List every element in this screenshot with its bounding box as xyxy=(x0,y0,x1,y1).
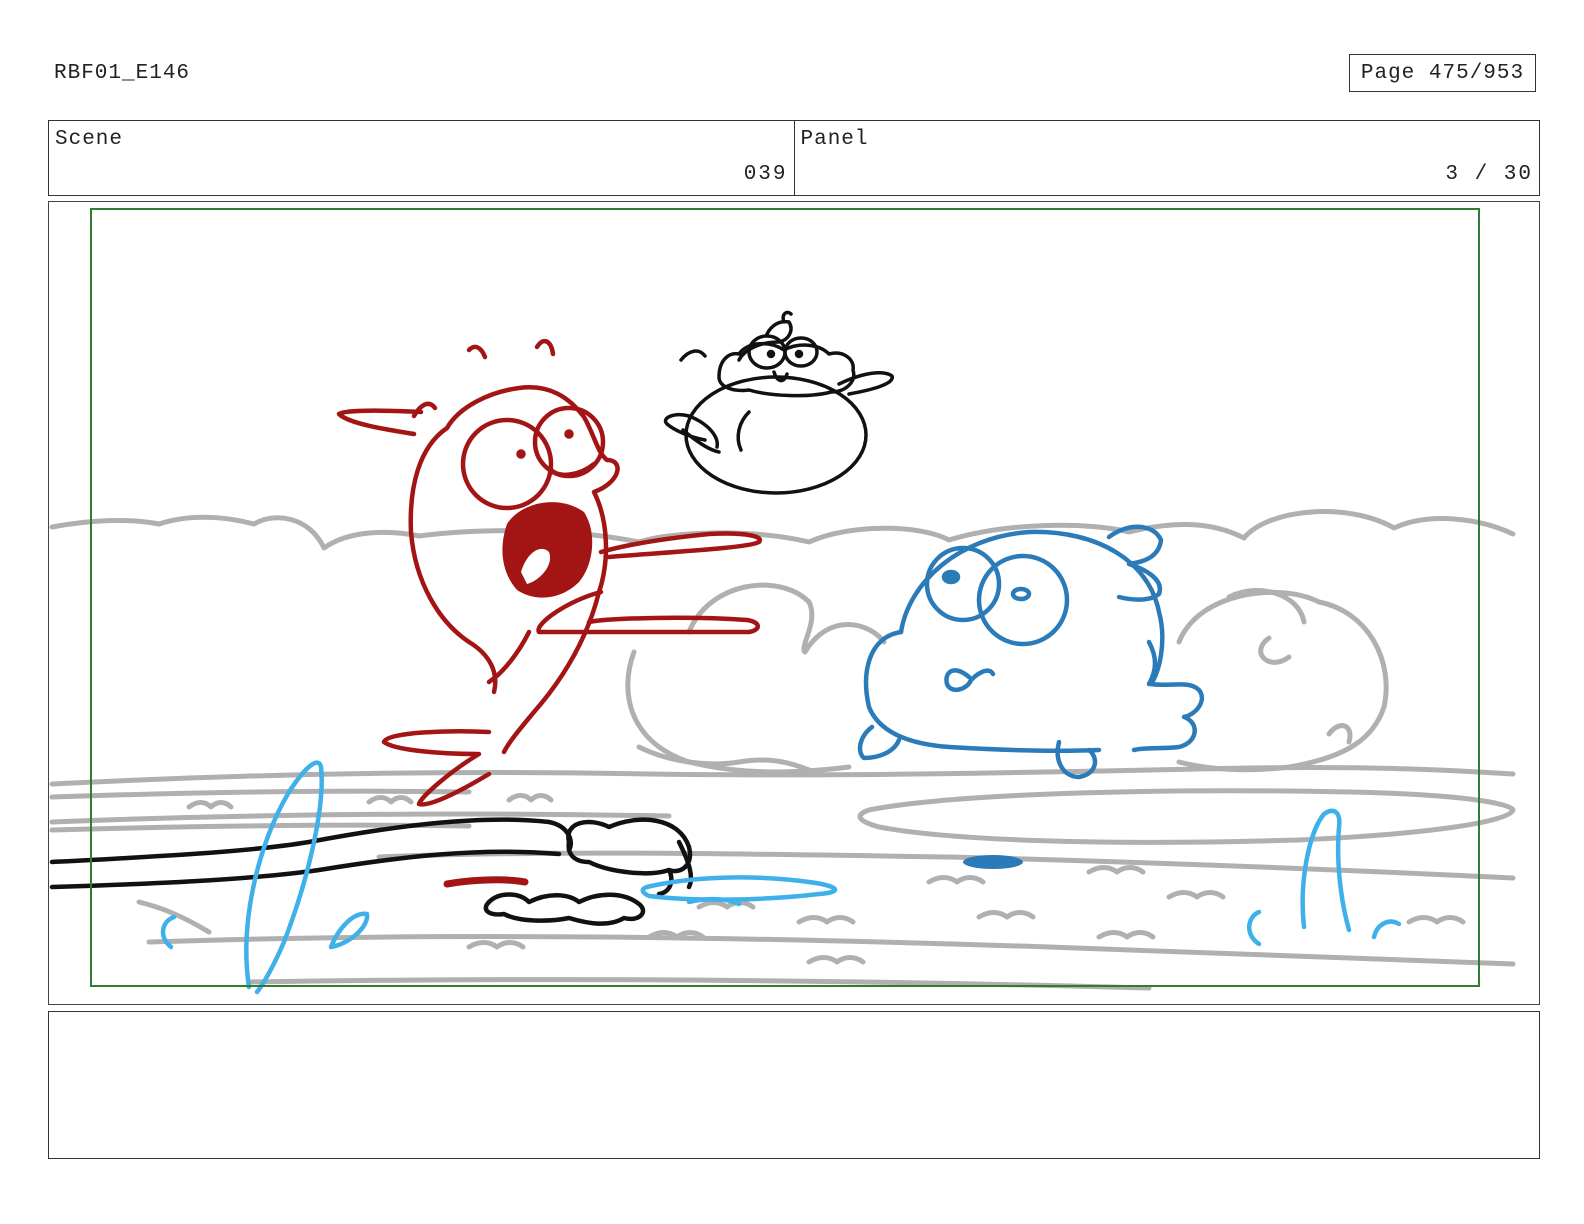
blue-puffer-character xyxy=(857,524,1205,780)
black-sketch xyxy=(49,817,694,926)
panel-notes[interactable] xyxy=(48,1011,1540,1159)
background-sketch xyxy=(49,509,1516,991)
page-counter: Page 475/953 xyxy=(1349,54,1536,92)
storyboard-drawing xyxy=(49,208,1516,995)
blue-shadow-spot xyxy=(963,855,1023,869)
scene-number: 039 xyxy=(743,163,788,186)
panel-cell: Panel 3 / 30 xyxy=(793,121,1540,195)
flying-black-character xyxy=(663,310,894,495)
scene-cell: Scene 039 xyxy=(49,121,794,195)
panel-label: Panel xyxy=(800,128,869,151)
storyboard-panel xyxy=(48,201,1540,1005)
panel-number: 3 / 30 xyxy=(1445,163,1533,186)
light-blue-splash xyxy=(160,760,1402,995)
document-id: RBF01_E146 xyxy=(54,62,191,85)
scene-panel-info: Scene 039 Panel 3 / 30 xyxy=(48,120,1540,196)
scene-label: Scene xyxy=(55,128,124,151)
